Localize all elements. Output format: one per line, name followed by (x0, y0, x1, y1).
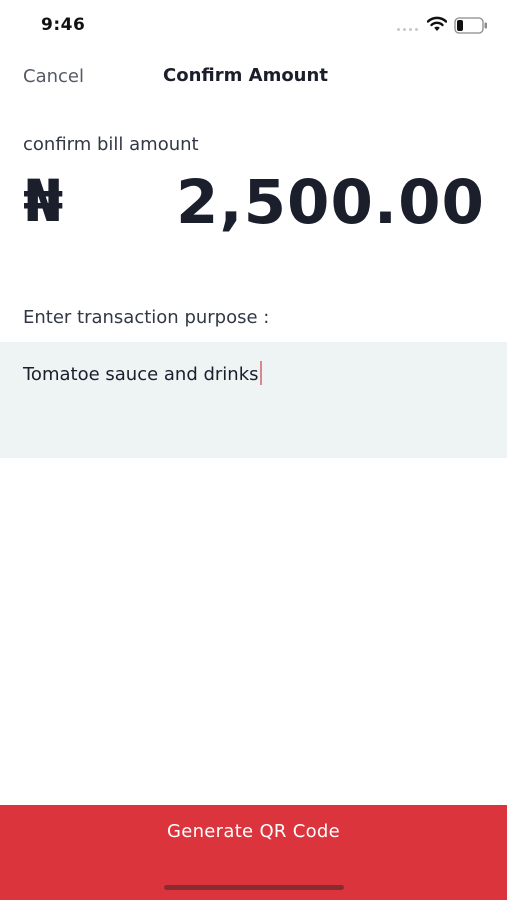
wifi-icon (427, 16, 447, 31)
purpose-input[interactable]: Tomatoe sauce and drinks (0, 342, 507, 458)
status-bar: 9:46 (0, 0, 507, 52)
naira-currency-icon: ₦ (23, 167, 64, 235)
text-caret (259, 361, 262, 385)
page-title: Confirm Amount (163, 65, 328, 86)
nav-bar: Cancel Confirm Amount (0, 52, 507, 102)
battery-icon (454, 17, 487, 34)
home-indicator (164, 885, 344, 890)
amount-display: ₦ 2,500.00 (23, 168, 485, 248)
status-time: 9:46 (41, 15, 86, 35)
bill-amount-label: confirm bill amount (23, 134, 199, 155)
purpose-input-text-wrapper: Tomatoe sauce and drinks (23, 361, 262, 385)
signal-dots-icon (397, 28, 418, 31)
cancel-button[interactable]: Cancel (23, 66, 84, 87)
purpose-input-value: Tomatoe sauce and drinks (23, 364, 259, 385)
amount-value: 2,500.00 (175, 167, 485, 238)
generate-qr-code-label: Generate QR Code (166, 821, 341, 842)
generate-qr-code-button[interactable]: Generate QR Code (0, 805, 507, 900)
purpose-label: Enter transaction purpose : (23, 307, 270, 328)
